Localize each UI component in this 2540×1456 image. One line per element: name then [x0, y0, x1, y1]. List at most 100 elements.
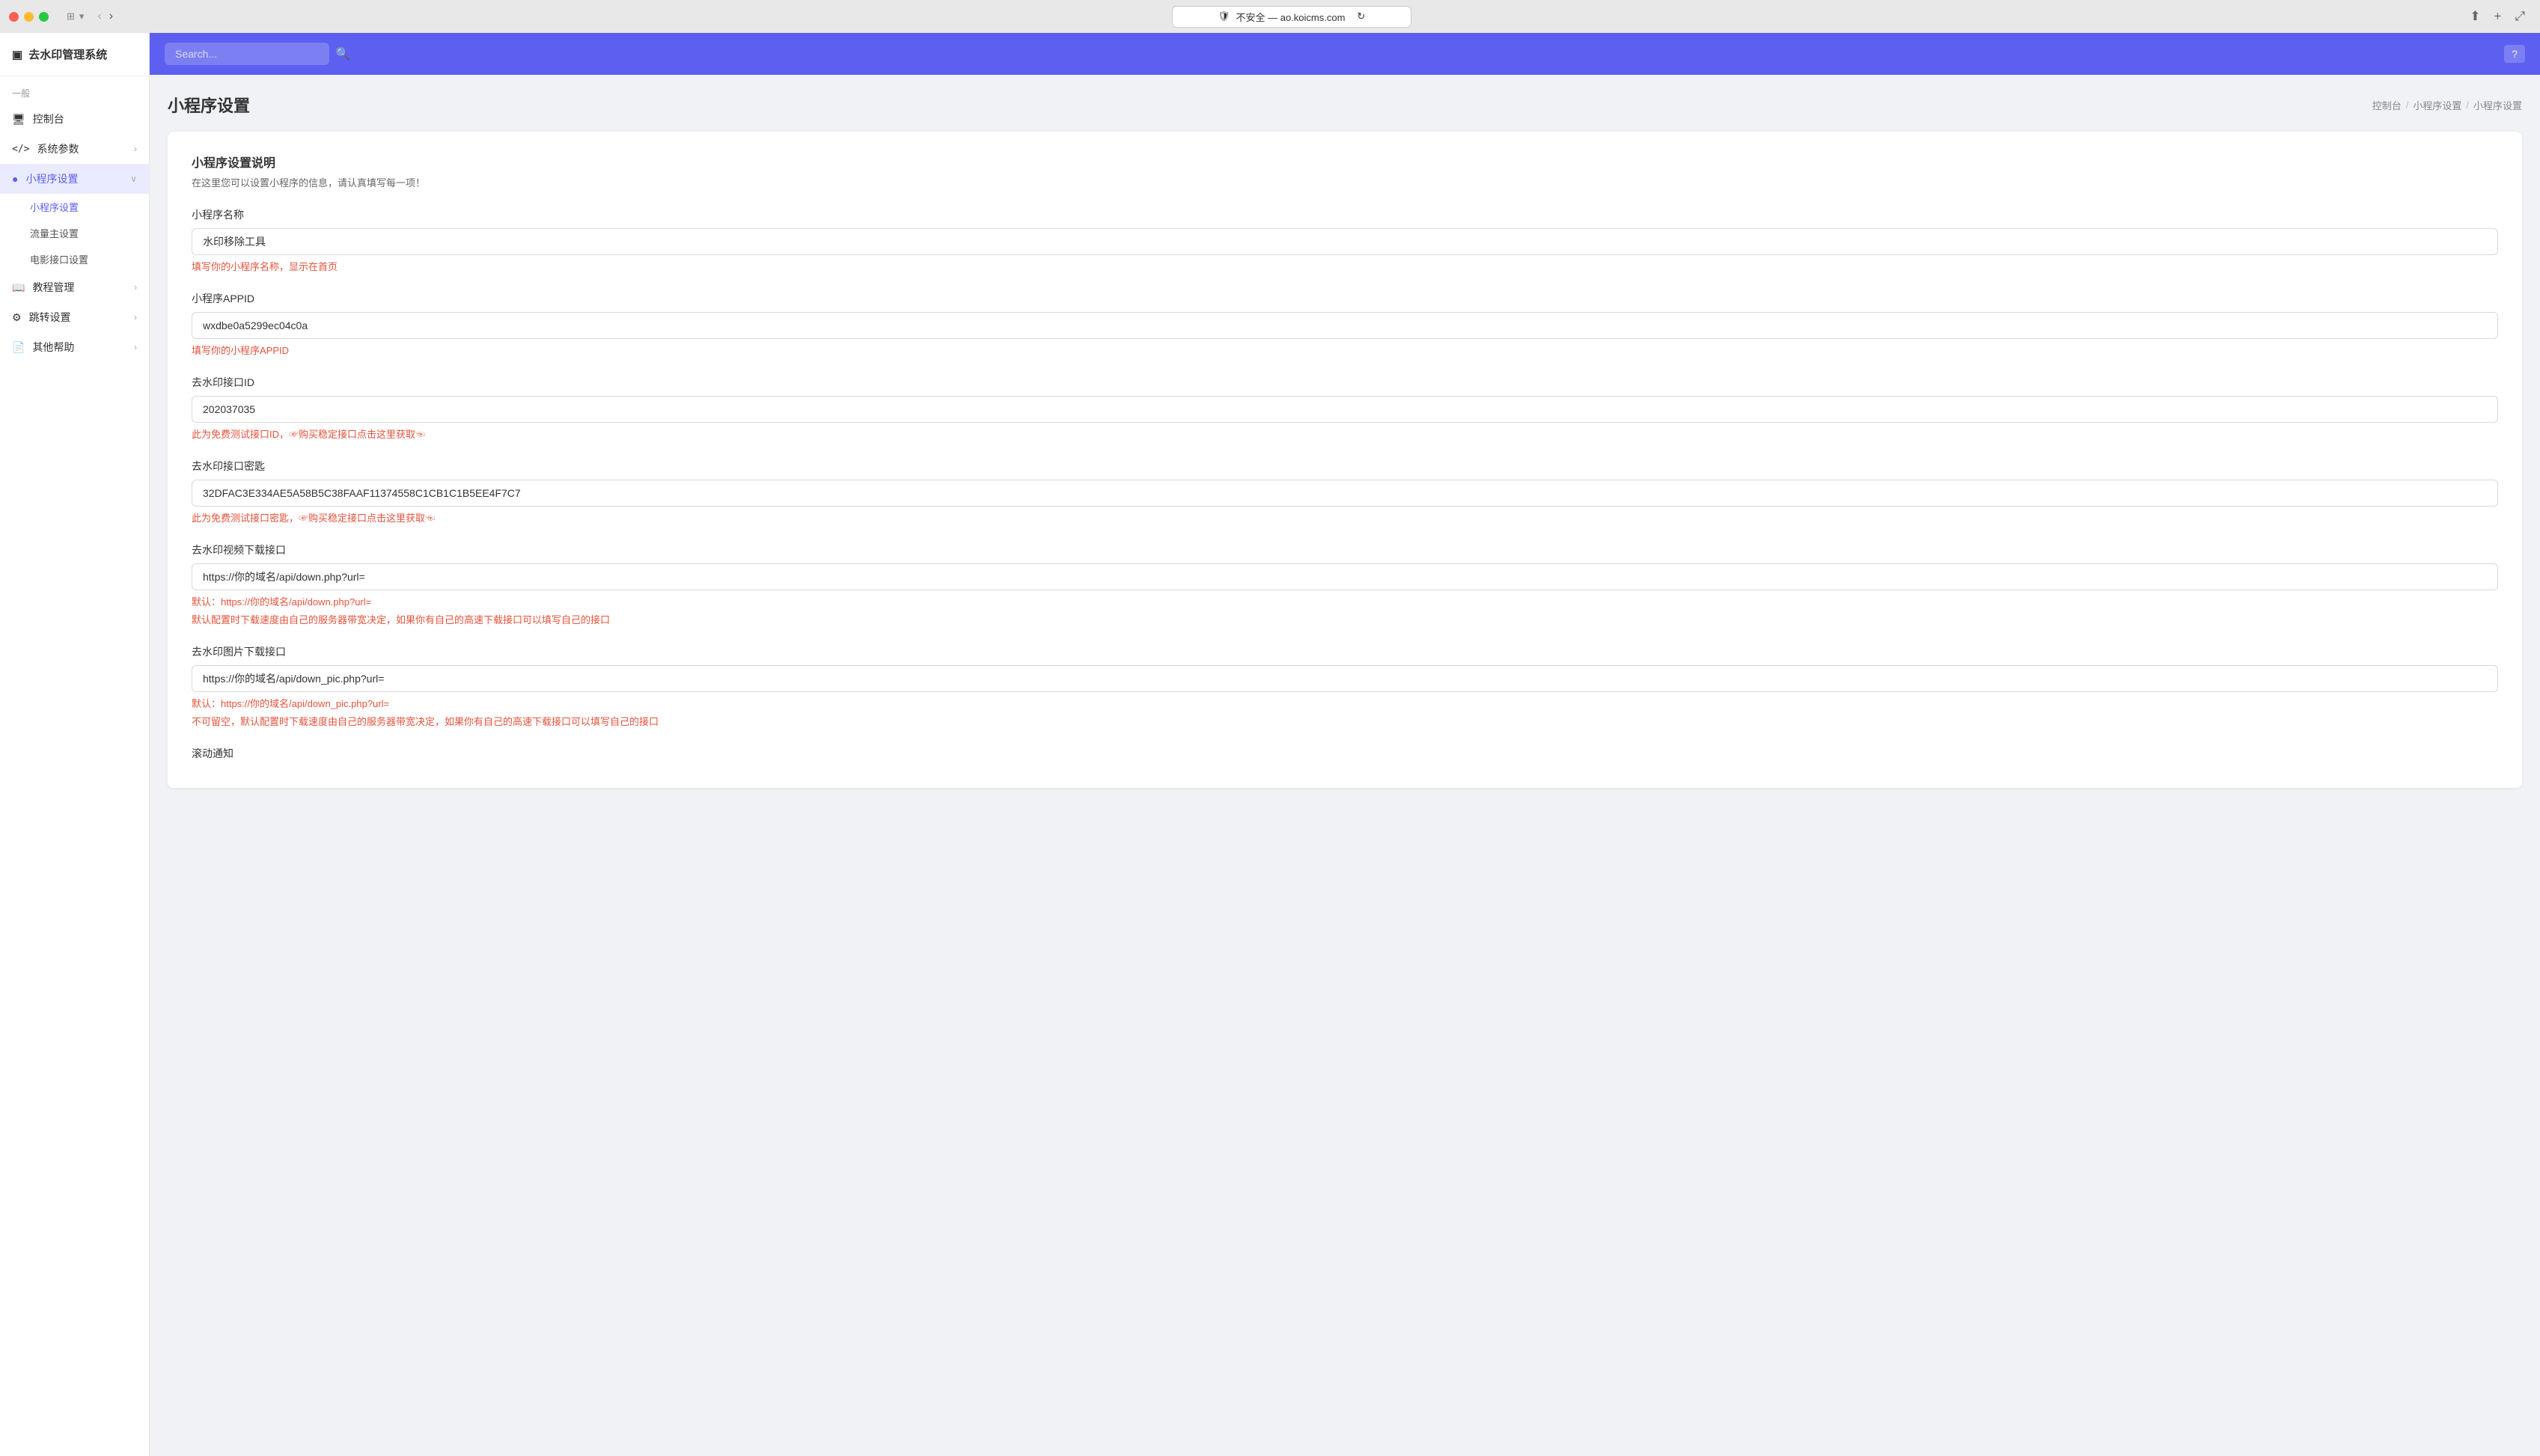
- titlebar: ⊞ ▾ ‹ › 🛡 不安全 — ao.koicms.com ↻ ⬆ + ⤢: [0, 0, 2540, 33]
- form-group-video-api: 去水印视频下载接口 默认：https://你的域名/api/down.php?u…: [192, 542, 2498, 626]
- form-group-app-name: 小程序名称 填写你的小程序名称，显示在首页: [192, 207, 2498, 273]
- back-icon[interactable]: ‹: [97, 10, 101, 23]
- label-api-id: 去水印接口ID: [192, 375, 2498, 390]
- section-title: 小程序设置说明: [192, 153, 2498, 171]
- app-container: ▣ 去水印管理系统 一般 🖥 控制台 </> 系统参数 › ● 小程序设置 ∨ …: [0, 33, 2540, 1456]
- sidebar-label-redirect: 跳转设置: [29, 310, 71, 325]
- fullscreen-icon[interactable]: ⤢: [2515, 9, 2525, 24]
- sidebar-sub-item-mini-program-settings[interactable]: 小程序设置: [0, 194, 149, 220]
- sidebar: ▣ 去水印管理系统 一般 🖥 控制台 </> 系统参数 › ● 小程序设置 ∨ …: [0, 33, 150, 1456]
- page-title: 小程序设置: [168, 93, 250, 117]
- breadcrumb-section: 小程序设置: [2413, 98, 2461, 112]
- settings-card: 小程序设置说明 在这里您可以设置小程序的信息，请认真填写每一项！ 小程序名称 填…: [168, 132, 2522, 788]
- input-api-id[interactable]: [192, 396, 2498, 423]
- sidebar-sub-label-traffic: 流量主设置: [30, 226, 79, 240]
- chevron-down-icon[interactable]: ▾: [79, 10, 85, 22]
- input-video-api[interactable]: [192, 563, 2498, 590]
- topbar: 🔍 ?: [150, 33, 2540, 75]
- label-app-name: 小程序名称: [192, 207, 2498, 222]
- chevron-right-icon3: ›: [134, 312, 137, 322]
- breadcrumb-current: 小程序设置: [2473, 98, 2522, 112]
- address-bar-container: 🛡 不安全 — ao.koicms.com ↻: [119, 6, 2464, 28]
- sidebar-label-tutorial: 教程管理: [32, 280, 74, 295]
- share-icon[interactable]: ⬆: [2470, 9, 2480, 24]
- hint-api-id: 此为免费测试接口ID，☞购买稳定接口点击这里获取☜: [192, 426, 2498, 441]
- chevron-right-icon4: ›: [134, 342, 137, 352]
- circle-icon: ●: [12, 173, 18, 185]
- main-content: 🔍 ? 小程序设置 控制台 / 小程序设置 / 小程序设置 小程序设置说明: [150, 33, 2540, 1456]
- chevron-right-icon: ›: [134, 144, 137, 154]
- form-group-appid: 小程序APPID 填写你的小程序APPID: [192, 291, 2498, 357]
- label-api-key: 去水印接口密匙: [192, 459, 2498, 474]
- hint-video-api-note: 默认配置时下载速度由自己的服务器带宽决定，如果你有自己的高速下载接口可以填写自己…: [192, 612, 2498, 626]
- next-section-label: 滚动通知: [192, 746, 2498, 761]
- breadcrumb-sep2: /: [2466, 100, 2469, 111]
- sidebar-item-redirect[interactable]: ⚙ 跳转设置 ›: [0, 302, 149, 332]
- refresh-icon[interactable]: ↻: [1357, 10, 1365, 22]
- input-app-name[interactable]: [192, 228, 2498, 255]
- sidebar-label-console: 控制台: [33, 111, 64, 126]
- breadcrumb-sep1: /: [2406, 100, 2409, 111]
- page-header: 小程序设置 控制台 / 小程序设置 / 小程序设置: [168, 93, 2522, 117]
- document-icon: 📄: [12, 341, 25, 354]
- sidebar-logo: ▣ 去水印管理系统: [0, 33, 149, 76]
- hint-video-api-default: 默认：https://你的域名/api/down.php?url=: [192, 594, 2498, 608]
- code-icon: </>: [12, 144, 29, 155]
- chevron-right-icon2: ›: [134, 282, 137, 293]
- sidebar-item-other-help[interactable]: 📄 其他帮助 ›: [0, 332, 149, 362]
- form-group-api-key: 去水印接口密匙 此为免费测试接口密匙，☞购买稳定接口点击这里获取☜: [192, 459, 2498, 524]
- input-image-api[interactable]: [192, 665, 2498, 692]
- form-group-image-api: 去水印图片下载接口 默认：https://你的域名/api/down_pic.p…: [192, 644, 2498, 728]
- hint-app-name: 填写你的小程序名称，显示在首页: [192, 259, 2498, 273]
- monitor-icon: 🖥: [12, 113, 25, 126]
- form-group-api-id: 去水印接口ID 此为免费测试接口ID，☞购买稳定接口点击这里获取☜: [192, 375, 2498, 441]
- help-icon[interactable]: ?: [2504, 45, 2525, 63]
- sidebar-item-console[interactable]: 🖥 控制台: [0, 104, 149, 134]
- gear-icon: ⚙: [12, 311, 22, 324]
- breadcrumb: 控制台 / 小程序设置 / 小程序设置: [2372, 98, 2522, 112]
- sidebar-label-system-params: 系统参数: [37, 141, 79, 156]
- book-icon: 📖: [12, 281, 25, 294]
- add-tab-icon[interactable]: +: [2494, 9, 2501, 24]
- sidebar-label-other-help: 其他帮助: [32, 340, 74, 355]
- close-button[interactable]: [9, 12, 19, 22]
- input-api-key[interactable]: [192, 480, 2498, 507]
- breadcrumb-home: 控制台: [2372, 98, 2402, 112]
- sidebar-sub-item-traffic[interactable]: 流量主设置: [0, 220, 149, 246]
- maximize-button[interactable]: [39, 12, 49, 22]
- address-bar[interactable]: 🛡 不安全 — ao.koicms.com ↻: [1172, 6, 1411, 28]
- titlebar-right-actions: ⬆ + ⤢: [2470, 9, 2531, 24]
- section-desc: 在这里您可以设置小程序的信息，请认真填写每一项！: [192, 175, 2498, 189]
- hint-api-key: 此为免费测试接口密匙，☞购买稳定接口点击这里获取☜: [192, 510, 2498, 524]
- search-icon: 🔍: [335, 46, 350, 61]
- label-image-api: 去水印图片下载接口: [192, 644, 2498, 659]
- sidebar-label-mini-program: 小程序设置: [25, 171, 78, 186]
- sidebar-sub-label-movie: 电影接口设置: [30, 252, 88, 266]
- url-text: 不安全 — ao.koicms.com: [1236, 10, 1345, 24]
- hint-image-api-note: 不可留空，默认配置时下载速度由自己的服务器带宽决定，如果你有自己的高速下载接口可…: [192, 714, 2498, 728]
- nav-arrows[interactable]: ‹ ›: [97, 10, 113, 23]
- nav-controls: ⊞ ▾: [67, 10, 84, 22]
- sidebar-sub-item-movie-api[interactable]: 电影接口设置: [0, 246, 149, 272]
- section-description: 小程序设置说明 在这里您可以设置小程序的信息，请认真填写每一项！: [192, 153, 2498, 189]
- sidebar-item-tutorial[interactable]: 📖 教程管理 ›: [0, 272, 149, 302]
- chevron-down-icon: ∨: [130, 174, 137, 184]
- sidebar-general-label: 一般: [0, 76, 149, 104]
- label-video-api: 去水印视频下载接口: [192, 542, 2498, 557]
- search-input[interactable]: [165, 43, 329, 65]
- content-area: 小程序设置 控制台 / 小程序设置 / 小程序设置 小程序设置说明 在这里您可以…: [150, 75, 2540, 1456]
- logo-icon: ▣: [12, 48, 22, 61]
- hint-image-api-default: 默认：https://你的域名/api/down_pic.php?url=: [192, 696, 2498, 710]
- minimize-button[interactable]: [24, 12, 34, 22]
- window-controls[interactable]: [9, 12, 49, 22]
- sidebar-item-system-params[interactable]: </> 系统参数 ›: [0, 134, 149, 164]
- sidebar-item-mini-program[interactable]: ● 小程序设置 ∨: [0, 164, 149, 194]
- forward-icon[interactable]: ›: [109, 10, 113, 23]
- logo-text: 去水印管理系统: [28, 46, 107, 62]
- shield-icon: 🛡: [1218, 10, 1230, 22]
- sidebar-toggle-icon[interactable]: ⊞: [67, 10, 75, 22]
- sidebar-sub-label-settings: 小程序设置: [30, 200, 79, 214]
- label-appid: 小程序APPID: [192, 291, 2498, 306]
- hint-appid: 填写你的小程序APPID: [192, 343, 2498, 357]
- input-appid[interactable]: [192, 312, 2498, 339]
